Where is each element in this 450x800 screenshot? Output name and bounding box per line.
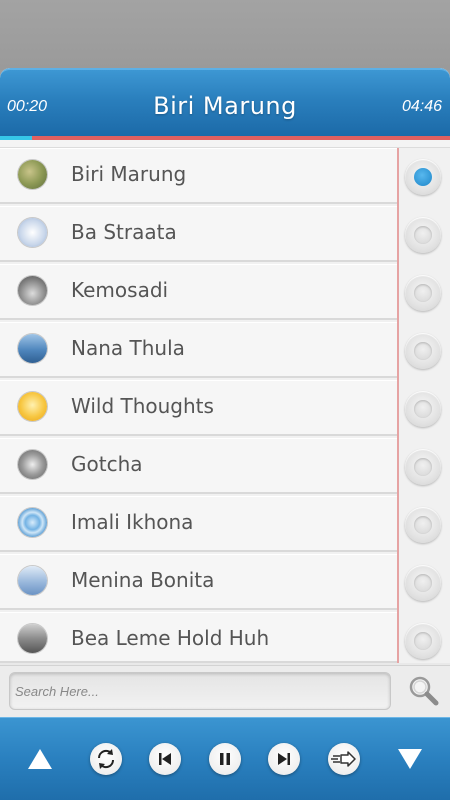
next-icon[interactable]: [268, 743, 300, 775]
song-select-radio[interactable]: [405, 275, 441, 311]
album-thumbnail: [18, 450, 47, 479]
radio-dot: [414, 574, 432, 592]
status-bar-area: [0, 0, 450, 70]
radio-dot: [414, 168, 432, 186]
list-item[interactable]: Nana Thula: [0, 322, 397, 378]
song-title: Imali Ikhona: [71, 510, 194, 534]
repeat-icon[interactable]: [90, 743, 122, 775]
album-thumbnail: [18, 218, 47, 247]
paper-edge: [0, 140, 450, 148]
song-select-radio[interactable]: [405, 159, 441, 195]
album-thumbnail: [18, 566, 47, 595]
list-item[interactable]: Bea Leme Hold Huh: [0, 612, 397, 663]
playback-controls: [0, 717, 450, 800]
scroll-up-icon[interactable]: [27, 748, 53, 774]
list-item[interactable]: Biri Marung: [0, 148, 397, 204]
song-title: Kemosadi: [71, 278, 169, 302]
song-select-radio[interactable]: [405, 333, 441, 369]
radio-dot: [414, 400, 432, 418]
total-time: 04:46: [401, 98, 442, 115]
radio-dot: [414, 458, 432, 476]
radio-dot: [414, 342, 432, 360]
list-item[interactable]: Gotcha: [0, 438, 397, 494]
album-thumbnail: [18, 160, 47, 189]
song-select-radio[interactable]: [405, 391, 441, 427]
magnifier-icon[interactable]: [404, 672, 442, 710]
song-title: Bea Leme Hold Huh: [71, 626, 270, 650]
list-item[interactable]: Ba Straata: [0, 206, 397, 262]
album-thumbnail: [18, 508, 47, 537]
player-header: 00:20 Biri Marung 04:46: [0, 68, 450, 136]
search-bar: [0, 665, 450, 717]
album-thumbnail: [18, 392, 47, 421]
radio-dot: [414, 632, 432, 650]
list-item[interactable]: Kemosadi: [0, 264, 397, 320]
song-select-radio[interactable]: [405, 449, 441, 485]
now-playing-title: Biri Marung: [153, 92, 297, 120]
pause-icon[interactable]: [209, 743, 241, 775]
list-item[interactable]: Imali Ikhona: [0, 496, 397, 552]
scroll-down-icon[interactable]: [397, 748, 423, 774]
music-player: 00:20 Biri Marung 04:46 Biri Marung Ba S…: [0, 68, 450, 800]
previous-icon[interactable]: [149, 743, 181, 775]
album-thumbnail: [18, 276, 47, 305]
song-select-radio[interactable]: [405, 623, 441, 659]
song-title: Wild Thoughts: [71, 394, 214, 418]
song-title: Menina Bonita: [71, 568, 215, 592]
list-item[interactable]: Menina Bonita: [0, 554, 397, 610]
album-thumbnail: [18, 334, 47, 363]
radio-dot: [414, 516, 432, 534]
radio-dot: [414, 284, 432, 302]
song-title: Biri Marung: [71, 162, 187, 186]
song-title: Ba Straata: [71, 220, 177, 244]
song-title: Nana Thula: [71, 336, 185, 360]
radio-dot: [414, 226, 432, 244]
song-select-radio[interactable]: [405, 217, 441, 253]
song-select-radio[interactable]: [405, 507, 441, 543]
song-select-radio[interactable]: [405, 565, 441, 601]
album-thumbnail: [18, 624, 47, 653]
search-input[interactable]: [9, 672, 391, 710]
song-list[interactable]: Biri Marung Ba Straata Kemosadi Nana Thu…: [0, 148, 450, 663]
list-margin-line: [397, 148, 399, 663]
list-item[interactable]: Wild Thoughts: [0, 380, 397, 436]
shuffle-icon[interactable]: [328, 743, 360, 775]
song-title: Gotcha: [71, 452, 143, 476]
